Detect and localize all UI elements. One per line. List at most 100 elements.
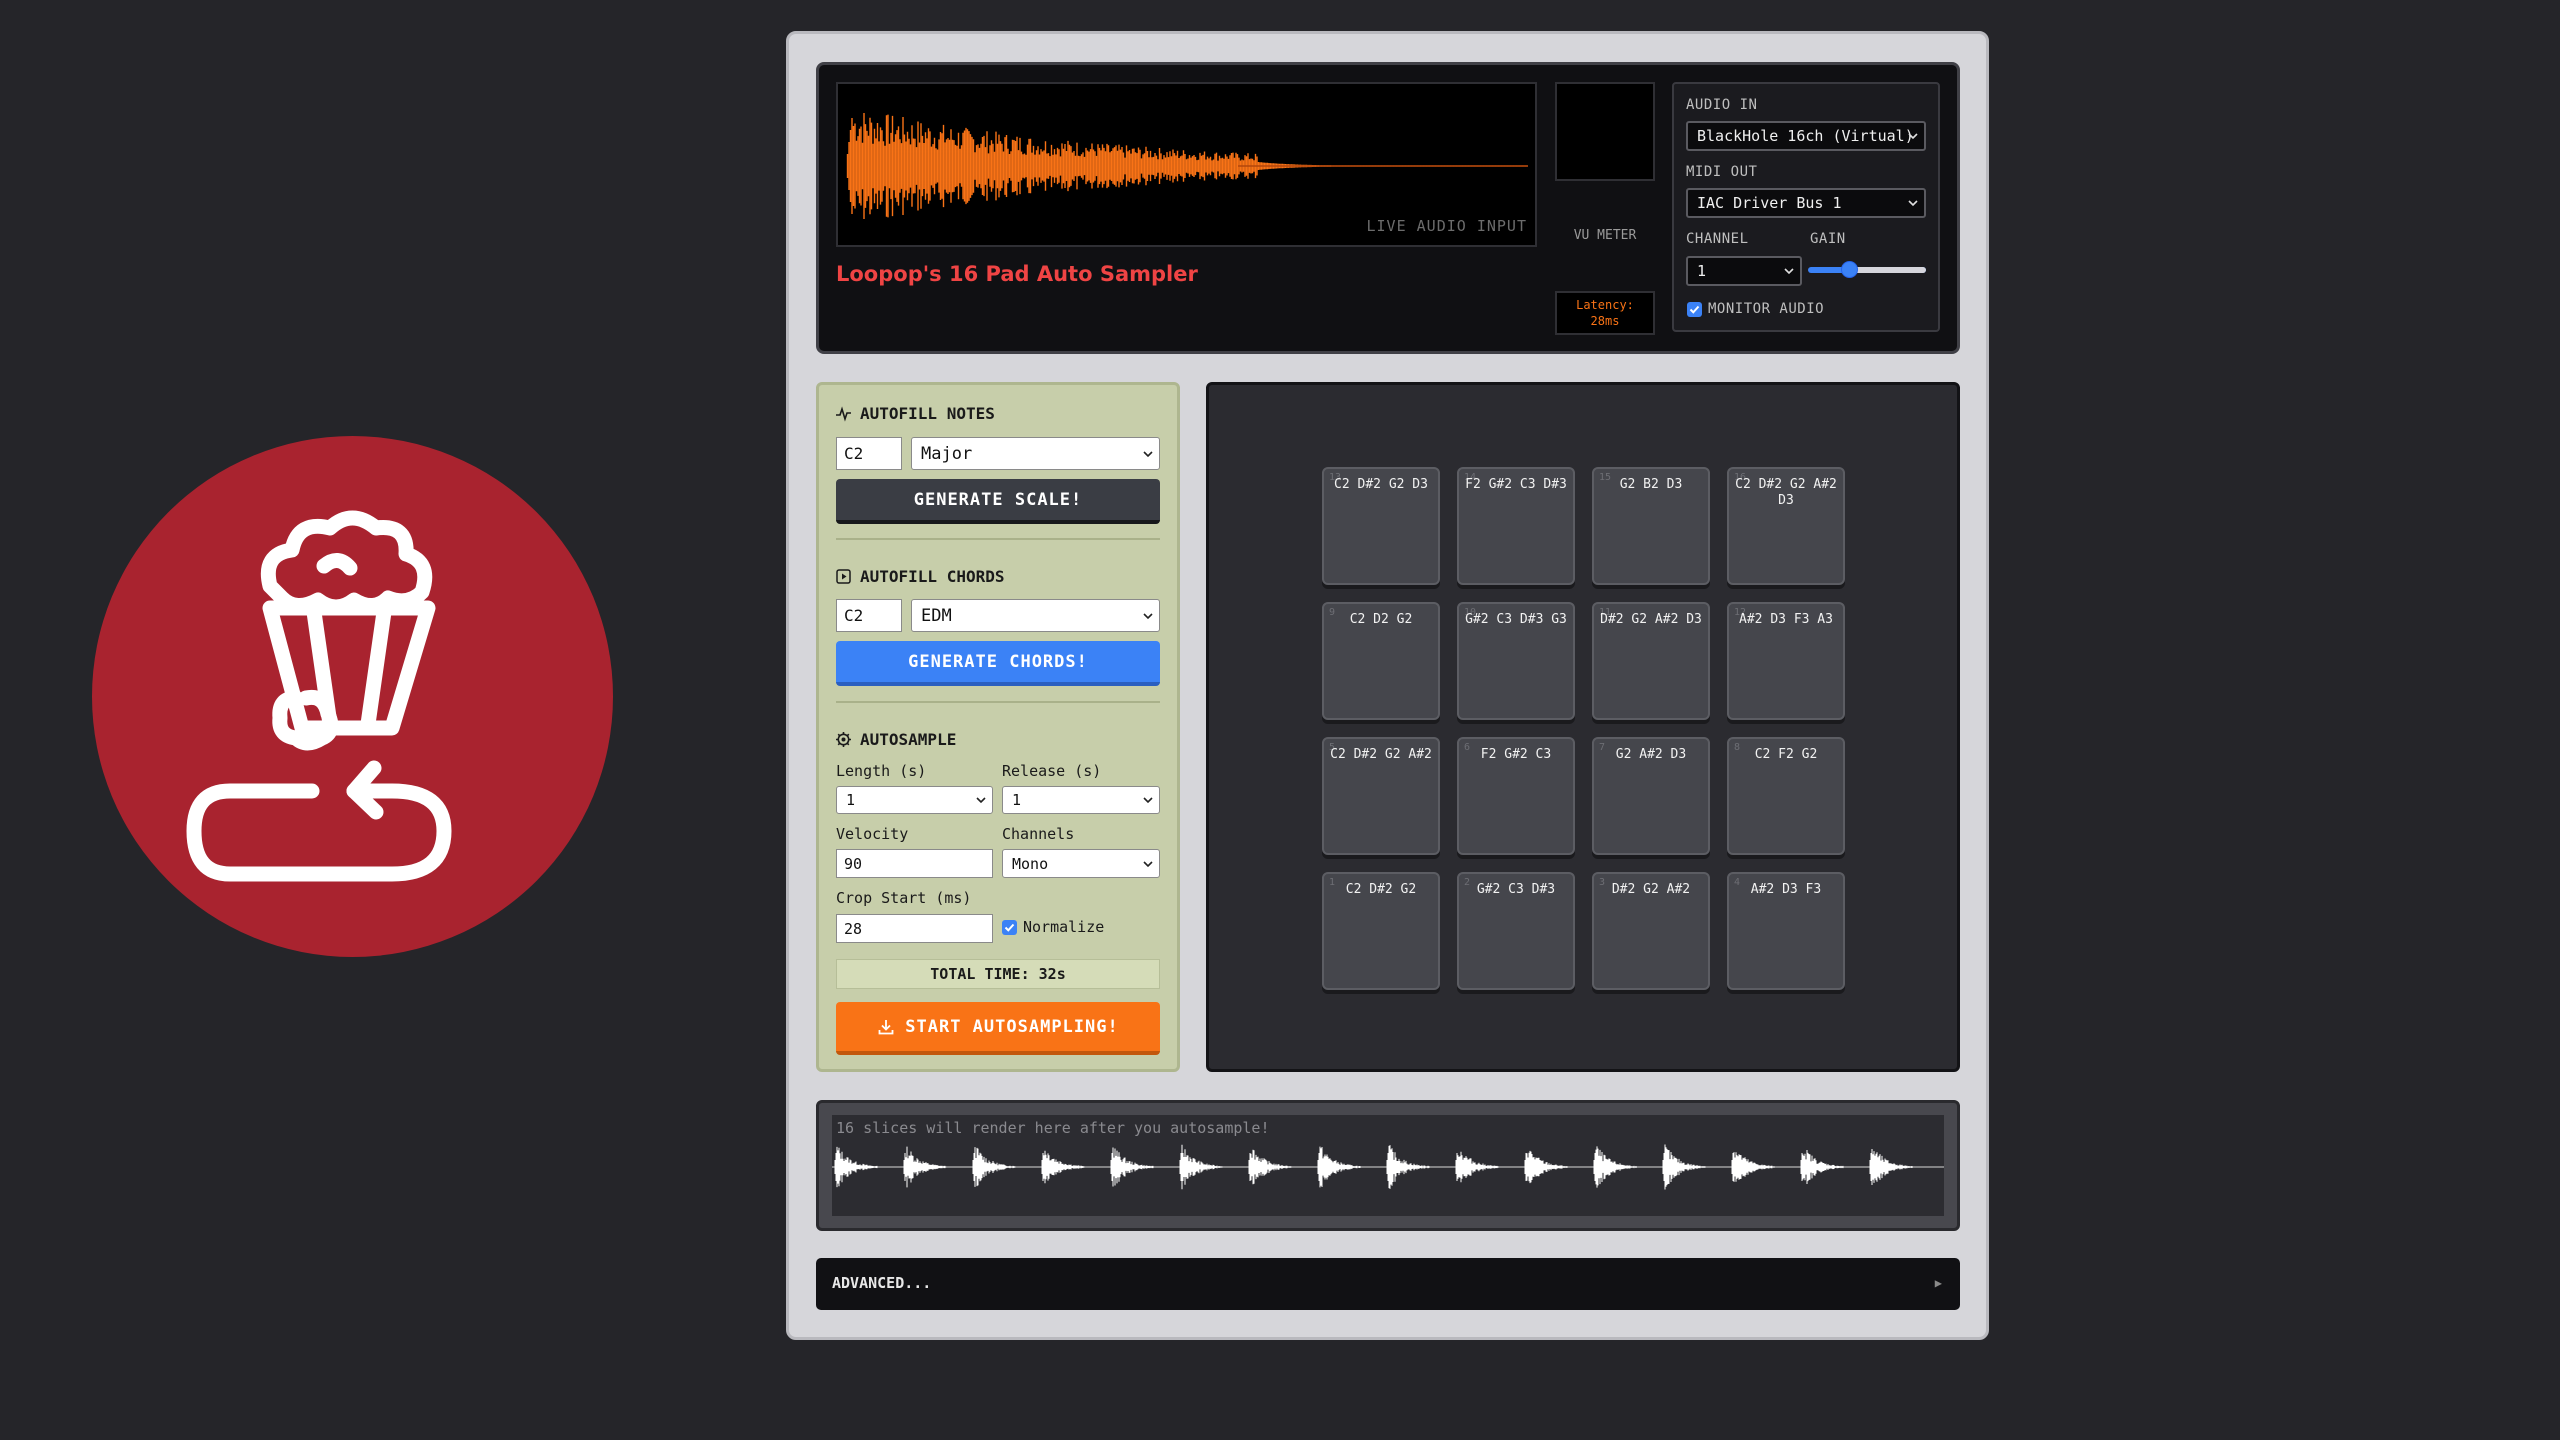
chord-style-select[interactable]: EDM [911, 599, 1160, 632]
normalize-label: Normalize [1023, 918, 1105, 936]
chevron-down-icon [1143, 797, 1153, 804]
vu-meter-label: VU METER [1573, 228, 1637, 243]
latency-label: Latency: [1576, 298, 1634, 312]
pad-9[interactable]: 9 C2 D2 G2 [1322, 602, 1440, 720]
length-label: Length (s) [836, 762, 927, 780]
channels-label: Channels [1002, 825, 1075, 843]
slice-10-waveform [1455, 1151, 1499, 1183]
midi-out-value: IAC Driver Bus 1 [1697, 194, 1842, 212]
generate-chords-button[interactable]: GENERATE CHORDS! [836, 641, 1160, 686]
slice-hint-text: 16 slices will render here after you aut… [836, 1119, 1270, 1137]
gain-slider[interactable] [1808, 258, 1926, 280]
audio-in-value: BlackHole 16ch (Virtual) [1697, 127, 1914, 145]
release-value: 1 [1012, 791, 1022, 809]
gear-icon [836, 732, 851, 747]
pad-notes: G2 A#2 D3 [1615, 747, 1687, 762]
chevron-down-icon [1143, 612, 1153, 619]
download-icon [878, 1019, 894, 1034]
autosample-heading: AUTOSAMPLE [835, 730, 956, 749]
popcorn-icon [186, 510, 452, 882]
chords-root-input[interactable]: C2 [836, 599, 902, 632]
slice-8-waveform [1317, 1146, 1361, 1188]
pad-14[interactable]: 14 F2 G#2 C3 D#3 [1457, 467, 1575, 585]
slice-4-waveform [1041, 1150, 1085, 1184]
release-select[interactable]: 1 [1002, 786, 1160, 814]
slice-12-waveform [1593, 1146, 1637, 1188]
pad-notes: F2 G#2 C3 D#3 [1465, 477, 1567, 492]
app-title: Loopop's 16 Pad Auto Sampler [836, 262, 1198, 286]
pad-6[interactable]: 6 F2 G#2 C3 [1457, 737, 1575, 855]
pad-notes: C2 D#2 G2 A#2 D3 [1735, 477, 1837, 508]
chevron-down-icon [976, 797, 986, 804]
pad-4[interactable]: 4 A#2 D3 F3 [1727, 872, 1845, 990]
pad-11[interactable]: 11 D#2 G2 A#2 D3 [1592, 602, 1710, 720]
monitor-audio-checkbox[interactable] [1687, 302, 1702, 317]
autofill-chords-heading: AUTOFILL CHORDS [835, 567, 1005, 586]
scale-value: Major [921, 443, 973, 464]
channel-label: CHANNEL [1686, 231, 1749, 247]
pad-16[interactable]: 16 C2 D#2 G2 A#2 D3 [1727, 467, 1845, 585]
pulse-icon [836, 406, 851, 422]
slice-14-waveform [1731, 1152, 1775, 1182]
slice-15-waveform [1800, 1150, 1844, 1184]
slice-1-waveform [834, 1146, 878, 1188]
notes-root-input[interactable]: C2 [836, 437, 902, 470]
slice-2-waveform [903, 1146, 947, 1188]
slice-5-waveform [1110, 1147, 1154, 1187]
pad-notes: A#2 D3 F3 [1750, 882, 1822, 897]
vu-meter-display [1555, 82, 1655, 181]
channels-select[interactable]: Mono [1002, 849, 1160, 878]
advanced-label: ADVANCED... [832, 1274, 932, 1292]
audio-in-select[interactable]: BlackHole 16ch (Virtual) [1686, 121, 1926, 151]
channels-value: Mono [1012, 854, 1049, 873]
expand-arrow-icon: ▶ [1934, 1276, 1942, 1290]
check-icon [1689, 305, 1700, 314]
gain-slider-thumb[interactable] [1841, 261, 1858, 278]
crop-start-label: Crop Start (ms) [836, 889, 972, 907]
crop-start-input[interactable]: 28 [836, 914, 993, 943]
gain-slider-track [1808, 267, 1926, 273]
latency-value: 28ms [1590, 314, 1620, 328]
velocity-input[interactable]: 90 [836, 849, 993, 878]
live-audio-label: LIVE AUDIO INPUT [1366, 217, 1527, 235]
pad-15[interactable]: 15 G2 B2 D3 [1592, 467, 1710, 585]
live-waveform-display: LIVE AUDIO INPUT [836, 82, 1537, 247]
scale-select[interactable]: Major [911, 437, 1160, 470]
pad-2[interactable]: 2 G#2 C3 D#3 [1457, 872, 1575, 990]
start-autosampling-label: START AUTOSAMPLING! [905, 1016, 1119, 1037]
slice-9-waveform [1386, 1145, 1430, 1189]
normalize-checkbox[interactable] [1002, 920, 1017, 935]
pad-notes: G#2 C3 D#3 [1476, 882, 1556, 897]
latency-readout: Latency: 28ms [1555, 291, 1655, 335]
pad-grid-panel [1206, 382, 1960, 1072]
generate-scale-button[interactable]: GENERATE SCALE! [836, 479, 1160, 524]
pad-12[interactable]: 12 A#2 D3 F3 A3 [1727, 602, 1845, 720]
length-select[interactable]: 1 [836, 786, 993, 814]
pad-13[interactable]: 13 C2 D#2 G2 D3 [1322, 467, 1440, 585]
channel-select[interactable]: 1 [1686, 256, 1802, 286]
slice-11-waveform [1524, 1150, 1568, 1184]
pad-notes: F2 G#2 C3 [1480, 747, 1552, 762]
advanced-toggle[interactable]: ADVANCED... ▶ [816, 1258, 1960, 1310]
popcorn-loop-logo [92, 436, 613, 957]
chord-style-value: EDM [921, 605, 952, 626]
autofill-notes-heading: AUTOFILL NOTES [835, 404, 995, 423]
pad-5[interactable]: 5 C2 D#2 G2 A#2 [1322, 737, 1440, 855]
gain-label: GAIN [1810, 231, 1846, 247]
pad-notes: G2 B2 D3 [1619, 477, 1683, 492]
midi-out-select[interactable]: IAC Driver Bus 1 [1686, 188, 1926, 218]
pad-notes: C2 D#2 G2 A#2 [1330, 747, 1432, 762]
chevron-down-icon [1143, 860, 1153, 867]
start-autosampling-button[interactable]: START AUTOSAMPLING! [836, 1002, 1160, 1055]
slice-16-waveform [1869, 1149, 1913, 1185]
pad-3[interactable]: 3 D#2 G2 A#2 [1592, 872, 1710, 990]
pad-notes: C2 D#2 G2 D3 [1334, 477, 1428, 492]
pad-8[interactable]: 8 C2 F2 G2 [1727, 737, 1845, 855]
divider [836, 701, 1160, 703]
monitor-audio-label: MONITOR AUDIO [1708, 301, 1825, 317]
pad-notes: G#2 C3 D#3 G3 [1465, 612, 1567, 627]
pad-10[interactable]: 10 G#2 C3 D#3 G3 [1457, 602, 1575, 720]
pad-7[interactable]: 7 G2 A#2 D3 [1592, 737, 1710, 855]
pad-1[interactable]: 1 C2 D#2 G2 [1322, 872, 1440, 990]
slice-6-waveform [1179, 1144, 1223, 1190]
